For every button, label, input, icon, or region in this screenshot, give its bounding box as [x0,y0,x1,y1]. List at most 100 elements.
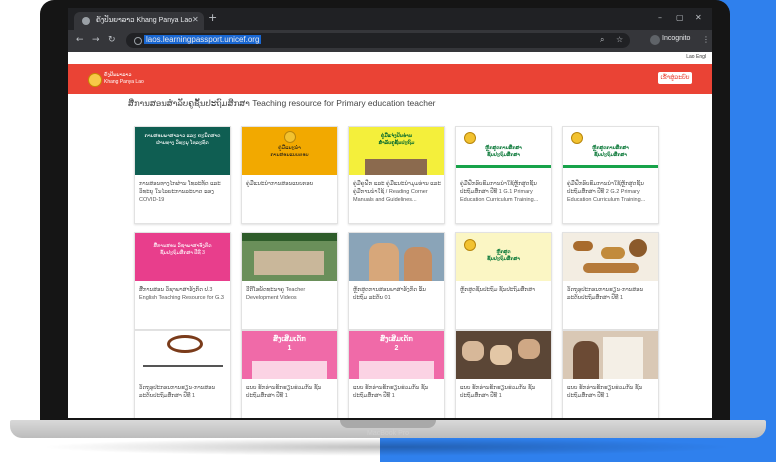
student-photo [462,341,484,361]
card-thumbnail: ຫຼັກສູດການສຶກສາ ຊັ້ນປະຖົມສຶກສາ [563,127,658,175]
resource-card[interactable]: ຫຼັກສູດ ຊັ້ນປະຖົມສຶກສາ ຫຼັກສູດຊັ້ນປະຖົມ … [455,232,552,330]
thumbnail-text: ຫຼັກສູດການສຶກສາ ຊັ້ນປະຖົມສຶກສາ [592,145,629,158]
emblem-icon [571,132,583,144]
browser-tab[interactable]: ຄັງປັນຍາລາວ Khang Panya Lao ✕ [74,12,204,30]
bookmark-star-icon[interactable]: ☆ [616,35,623,44]
url-text[interactable]: laos.learningpassport.unicef.org [144,35,262,44]
resource-card[interactable]: ວີດີໂອພັດທະນາຄູ Teacher Development Vide… [241,232,338,330]
student-photo [490,345,512,365]
ministry-emblem-icon[interactable] [88,73,102,87]
tab-title: ຄັງປັນຍາລາວ Khang Panya Lao [96,17,193,24]
resource-card[interactable]: ຄູ່ມືແຈ່ງປັນອ່ານ ສຳລັບຄູຊັ້ນປະຖົມ ຄູ່ມືຄ… [348,126,445,224]
card-thumbnail: ສົ່ງເສີມເດັກ 1 [242,331,337,379]
thumbnail-text: ຄູ່ມືແນະນຳ ການສອນແບບຕອບ [270,145,309,158]
laptop-shadow [40,438,736,456]
card-thumbnail [563,233,658,281]
new-tab-button[interactable]: + [208,11,217,24]
card-thumbnail: ການສອນພາສາລາວ ແລະ ຄະນິດສາດ ຜ່ານທາງ ວິທະຍ… [135,127,230,175]
site-logo-text[interactable]: ຄັງປັນຍາລາວ Khang Panya Lao [104,72,144,86]
close-window-icon[interactable]: ✕ [695,13,702,22]
site-header: ຄັງປັນຍາລາວ Khang Panya Lao ເຂົ້າສູ່ລະບົ… [68,64,712,94]
minimize-icon[interactable]: – [658,13,662,22]
child-photo [404,247,432,281]
emblem-icon [284,131,296,143]
green-band [456,165,551,168]
book-illustration [359,361,434,379]
resource-card[interactable]: ແບບ ຮັກອ່ານຮັກຮຽນຮ່ວມກັນ ຊັ້ນ ປະຖົມສຶກສາ… [562,330,659,418]
video-header-strip [242,233,337,241]
photo-strip [365,159,427,175]
thumbnail-text: ສົ່ງເສີມເດັກ 2 [380,336,413,352]
stand-photo [143,365,223,367]
paper-photo [603,337,643,379]
thumbnail-text: ສື່ການສອນ ວິຊາພາສາອັງກິດ ຊັ້ນປະຖົມສຶກສາ … [153,243,212,256]
resource-card[interactable]: ຄູ່ມືແນະນຳ ການສອນແບບຕອບ ຄູ່ມືແນະນຳການສອນ… [241,126,338,224]
card-caption: ແບບ ຮັກອ່ານຮັກຮຽນຮ່ວມກັນ ຊັ້ນ ປະຖົມສຶກສາ… [353,385,429,399]
card-caption: ຄູ່ມືຄູຝຶກ ແລະ ຄູ່ມືແນະນຳມຸມອ່ານ ແລະ ຄູ່… [353,181,441,203]
card-caption: ຫຼັກສູດການສອນພາສາອັງກິດ ຂັ້ນ ປະຖົມ ລະດັບ… [353,287,426,301]
maximize-icon[interactable]: ▢ [676,13,684,22]
green-band [563,165,658,168]
laptop-screen: ຄັງປັນຍາລາວ Khang Panya Lao ✕ + – ▢ ✕ ← … [68,8,712,418]
card-thumbnail: ຄູ່ມືແຈ່ງປັນອ່ານ ສຳລັບຄູຊັ້ນປະຖົມ [349,127,444,175]
card-thumbnail: ຫຼັກສູດການສຶກສາ ຊັ້ນປະຖົມສຶກສາ [456,127,551,175]
card-caption: ຄູ່ມືຝຶກອົບຮົມການນຳໃຊ້ຫຼັກສູດຊັ້ນ ປະຖົມສ… [567,181,646,203]
search-icon[interactable]: ⌕ [600,35,604,45]
card-thumbnail [456,331,551,379]
thumbnail-text: ຫຼັກສູດ ຊັ້ນປະຖົມສຶກສາ [487,249,520,262]
device-label: MacBook Pro [366,430,410,437]
card-thumbnail [349,233,444,281]
card-caption: ແບບ ຮັກອ່ານຮັກຮຽນຮ່ວມກັນ ຊັ້ນ ປະຖົມສຶກສາ… [460,385,536,399]
back-icon[interactable]: ← [76,35,84,45]
language-switch[interactable]: Lao Engl [686,54,706,60]
reload-icon[interactable]: ↻ [108,35,116,45]
card-caption: ສື່ການສອນ ວິຊາພາສາອັງກິດ ປ.3 English Tea… [139,287,224,301]
resource-card[interactable]: ການສອນພາສາລາວ ແລະ ຄະນິດສາດ ຜ່ານທາງ ວິທະຍ… [134,126,231,224]
thumbnail-text: ການສອນພາສາລາວ ແລະ ຄະນິດສາດ ຜ່ານທາງ ວິທະຍ… [144,133,221,146]
resource-card[interactable]: ວັດຖຸອຸປະກອນການຮຽນ-ການສອນ ລະດັບປະຖົມສຶກສ… [562,232,659,330]
card-caption: ຫຼັກສູດຊັ້ນປະຖົມ ຊັ້ນປະຖົມສຶກສາ [460,287,536,293]
card-caption: ວັດຖຸອຸປະກອນການຮຽນ-ການສອນ ລະດັບປະຖົມສຶກສ… [139,385,216,399]
card-caption: ແບບ ຮັກອ່ານຮັກຮຽນຮ່ວມກັນ ຊັ້ນ ປະຖົມສຶກສາ… [567,385,643,399]
card-caption: ວັດຖຸອຸປະກອນການຮຽນ-ການສອນ ລະດັບປະຖົມສຶກສ… [567,287,644,301]
resource-card[interactable]: ຫຼັກສູດການສອນພາສາອັງກິດ ຂັ້ນ ປະຖົມ ລະດັບ… [348,232,445,330]
lock-icon [134,37,142,45]
card-caption: ຄູ່ມືແນະນຳການສອນແບບຕອບ [246,181,314,187]
resource-card[interactable]: ວັດຖຸອຸປະກອນການຮຽນ-ການສອນ ລະດັບປະຖົມສຶກສ… [134,330,231,418]
page-title: ສື່ການສອນສຳລັບຄູຊັ້ນປະຖົມສຶກສາ Teaching … [128,98,436,108]
card-thumbnail [135,331,230,379]
book-illustration [252,361,327,379]
object-photo [583,263,639,273]
incognito-label: Incognito [662,35,691,42]
card-caption: ແບບ ຮັກອ່ານຮັກຮຽນຮ່ວມກັນ ຊັ້ນ ປະຖົມສຶກສາ… [246,385,322,399]
object-photo [601,247,625,259]
card-caption: ວີດີໂອພັດທະນາຄູ Teacher Development Vide… [246,287,306,301]
address-bar[interactable]: laos.learningpassport.unicef.org ⌕ ☆ [126,33,630,48]
resource-card[interactable]: ສົ່ງເສີມເດັກ 2 ແບບ ຮັກອ່ານຮັກຮຽນຮ່ວມກັນ … [348,330,445,418]
close-tab-icon[interactable]: ✕ [192,15,199,24]
student-photo [518,339,540,359]
child-photo [573,341,599,379]
language-bar: Lao Engl [68,52,712,64]
forward-icon[interactable]: → [92,35,100,45]
menu-icon[interactable]: ⋮ [702,35,710,44]
classroom-photo [254,251,324,275]
resource-card[interactable]: ຫຼັກສູດການສຶກສາ ຊັ້ນປະຖົມສຶກສາ ຄູ່ມືຝຶກອ… [562,126,659,224]
thumbnail-text: ຫຼັກສູດການສຶກສາ ຊັ້ນປະຖົມສຶກສາ [485,145,522,158]
login-button[interactable]: ເຂົ້າສູ່ລະບົບ [658,72,692,84]
card-thumbnail: ຄູ່ມືແນະນຳ ການສອນແບບຕອບ [242,127,337,175]
card-thumbnail: ສົ່ງເສີມເດັກ 2 [349,331,444,379]
resource-card[interactable]: ຫຼັກສູດການສຶກສາ ຊັ້ນປະຖົມສຶກສາ ຄູ່ມືຝຶກອ… [455,126,552,224]
browser-toolbar: ← → ↻ laos.learningpassport.unicef.org ⌕… [68,30,712,52]
object-photo [629,239,647,257]
thumbnail-text: ຄູ່ມືແຈ່ງປັນອ່ານ ສຳລັບຄູຊັ້ນປະຖົມ [378,133,415,146]
object-photo [573,241,593,251]
card-thumbnail [563,331,658,379]
drum-photo [167,335,203,353]
resource-card[interactable]: ສົ່ງເສີມເດັກ 1 ແບບ ຮັກອ່ານຮັກຮຽນຮ່ວມກັນ … [241,330,338,418]
card-thumbnail: ສື່ການສອນ ວິຊາພາສາອັງກິດ ຊັ້ນປະຖົມສຶກສາ … [135,233,230,281]
resource-card[interactable]: ສື່ການສອນ ວິຊາພາສາອັງກິດ ຊັ້ນປະຖົມສຶກສາ … [134,232,231,330]
resource-card[interactable]: ແບບ ຮັກອ່ານຮັກຮຽນຮ່ວມກັນ ຊັ້ນ ປະຖົມສຶກສາ… [455,330,552,418]
browser-tab-bar: ຄັງປັນຍາລາວ Khang Panya Lao ✕ + – ▢ ✕ [68,8,712,30]
card-caption: ການສອນທາງໄກຜ່ານ ໂທລະທັດ ແລະ ວິທະຍຸ ໃນໄລຍ… [139,181,221,203]
